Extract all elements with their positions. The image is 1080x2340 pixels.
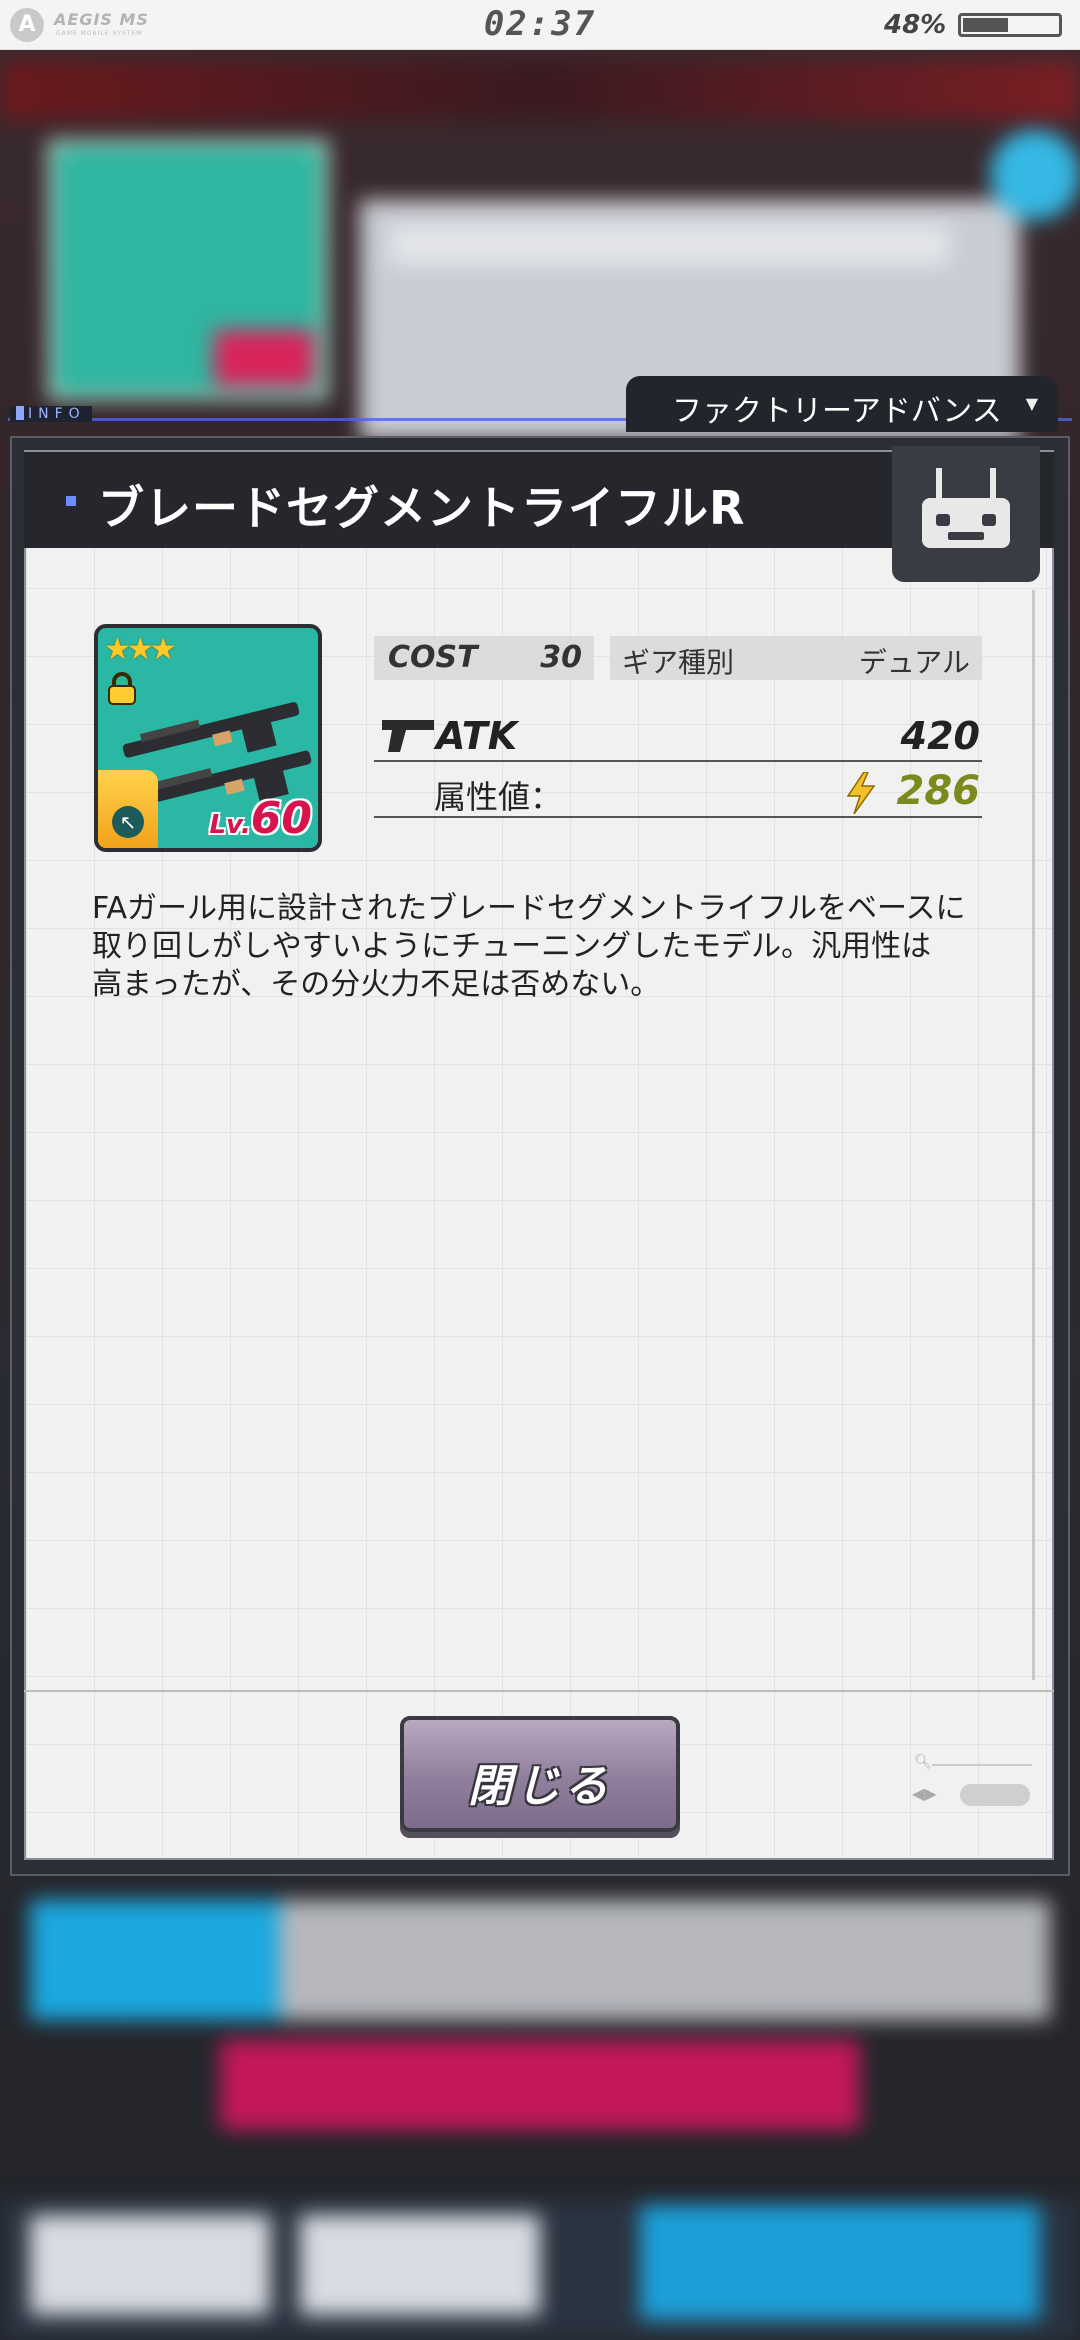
gear-type-stat: ギア種別 デュアル	[610, 636, 982, 680]
factory-advance-dropdown[interactable]: ファクトリーアドバンス ▼	[626, 376, 1058, 432]
attribute-stat: 属性値： 286	[374, 766, 982, 818]
cost-stat: COST 30	[374, 636, 594, 680]
atk-label: ATK	[436, 714, 518, 758]
lightning-icon	[846, 772, 876, 814]
dialog-title: ブレードセグメントライフルR	[98, 481, 746, 535]
attribute-label: 属性値：	[434, 778, 563, 816]
item-description: FAガール用に設計されたブレードセグメントライフルをベースに 取り回しがしやすい…	[92, 891, 966, 1002]
attribute-value: 286	[896, 768, 981, 814]
rarity-stars: ★★★	[104, 632, 177, 667]
item-card: ★★★ ↖ Lv.60	[94, 624, 322, 852]
dialog-footer-divider	[24, 1690, 1054, 1692]
cursor-arrow-icon: ↖	[112, 806, 144, 838]
atk-value: 420	[900, 714, 980, 758]
dropdown-label: ファクトリーアドバンス	[672, 394, 1002, 429]
gear-type-value: デュアル	[858, 646, 970, 679]
page-control-line	[932, 1764, 1032, 1766]
left-right-arrows-icon: ◀▶	[912, 1784, 937, 1803]
close-button[interactable]: 閉じる	[400, 1716, 680, 1832]
item-level: Lv.60	[209, 793, 312, 844]
type-badge: ↖	[98, 770, 158, 848]
page-control: 🔍︎ ◀▶	[912, 1754, 1032, 1814]
robot-button[interactable]	[892, 446, 1040, 582]
gear-type-label: ギア種別	[622, 646, 735, 679]
scrollbar[interactable]	[1032, 590, 1035, 1680]
page-control-pill	[960, 1784, 1030, 1806]
pistol-icon	[382, 720, 434, 752]
close-button-label: 閉じる	[468, 1761, 612, 1812]
status-bar: A AEGIS MS GAME MOBILE SYSTEM 02:37 48%	[0, 0, 1080, 50]
battery-percent: 48%	[884, 10, 947, 40]
atk-stat: ATK 420	[374, 710, 982, 762]
search-icon: 🔍︎	[914, 1754, 932, 1770]
info-label: INFO	[10, 406, 92, 422]
caret-down-icon: ▼	[1025, 394, 1038, 413]
battery-icon	[958, 13, 1062, 37]
battery-fill	[963, 18, 1008, 32]
cost-value: 30	[540, 640, 582, 675]
robot-icon	[922, 468, 1010, 548]
title-marker-icon	[66, 496, 76, 506]
cost-label: COST	[388, 640, 478, 675]
